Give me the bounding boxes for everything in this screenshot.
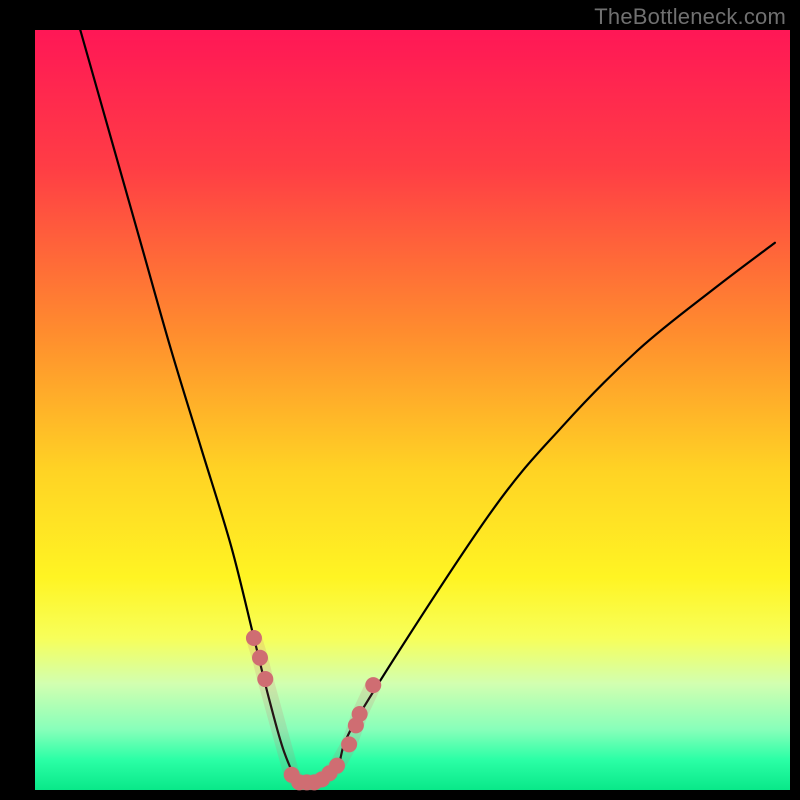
highlight-dot	[246, 630, 262, 646]
highlight-dot	[252, 650, 268, 666]
highlight-dot	[341, 736, 357, 752]
highlight-dot	[352, 706, 368, 722]
highlight-dot	[257, 671, 273, 687]
attribution-label: TheBottleneck.com	[594, 4, 786, 30]
highlight-dot	[329, 758, 345, 774]
highlight-dot	[365, 677, 381, 693]
plot-background	[35, 30, 790, 790]
chart-container: TheBottleneck.com	[0, 0, 800, 800]
bottleneck-plot	[0, 0, 800, 800]
